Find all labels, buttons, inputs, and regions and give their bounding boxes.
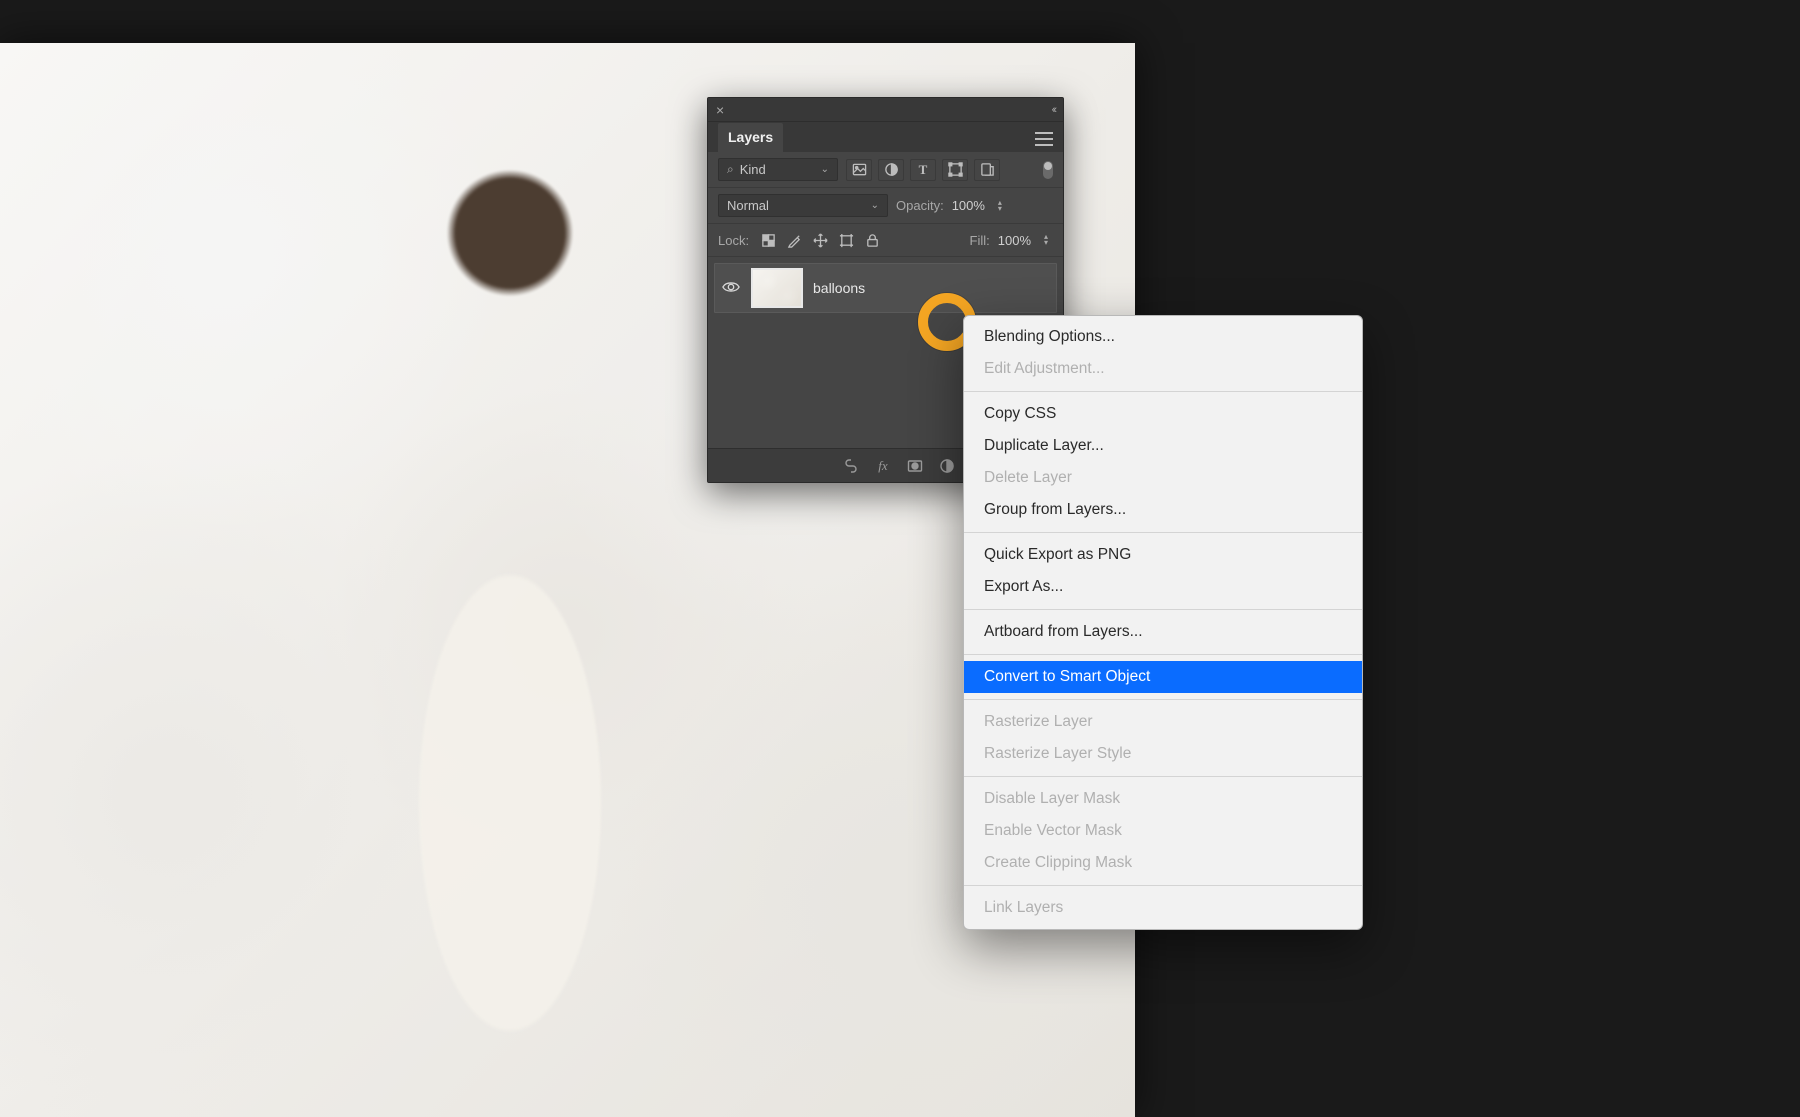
opacity-stepper[interactable]: ▴▾ bbox=[993, 200, 1007, 212]
lock-row: Lock: Fill: 100% ▴▾ bbox=[708, 224, 1063, 257]
fill-value[interactable]: 100% bbox=[998, 233, 1031, 248]
menu-item[interactable]: Copy CSS bbox=[964, 398, 1362, 430]
chevron-down-icon: ⌄ bbox=[821, 164, 829, 175]
filter-type-icon[interactable]: T bbox=[910, 159, 936, 181]
menu-item: Create Clipping Mask bbox=[964, 847, 1362, 879]
menu-item: Edit Adjustment... bbox=[964, 353, 1362, 385]
filter-row: ⌕ Kind ⌄ T bbox=[708, 152, 1063, 188]
blend-row: Normal ⌄ Opacity: 100% ▴▾ bbox=[708, 188, 1063, 224]
menu-item[interactable]: Artboard from Layers... bbox=[964, 616, 1362, 648]
menu-item[interactable]: Group from Layers... bbox=[964, 494, 1362, 526]
menu-item: Rasterize Layer Style bbox=[964, 738, 1362, 770]
lock-pixels-icon[interactable] bbox=[783, 230, 805, 250]
menu-separator bbox=[964, 609, 1362, 610]
panel-header: × ‹‹ bbox=[708, 98, 1063, 122]
menu-item[interactable]: Duplicate Layer... bbox=[964, 430, 1362, 462]
menu-separator bbox=[964, 391, 1362, 392]
filter-smartobject-icon[interactable] bbox=[974, 159, 1000, 181]
filter-pixel-icon[interactable] bbox=[846, 159, 872, 181]
lock-position-icon[interactable] bbox=[809, 230, 831, 250]
menu-item[interactable]: Export As... bbox=[964, 571, 1362, 603]
menu-item: Rasterize Layer bbox=[964, 706, 1362, 738]
menu-separator bbox=[964, 699, 1362, 700]
filter-adjustment-icon[interactable] bbox=[878, 159, 904, 181]
layer-row[interactable]: balloons bbox=[714, 263, 1057, 313]
menu-separator bbox=[964, 776, 1362, 777]
panel-menu-icon[interactable] bbox=[1035, 132, 1053, 146]
filter-kind-label: Kind bbox=[740, 162, 766, 177]
blend-mode-select[interactable]: Normal ⌄ bbox=[718, 194, 888, 217]
menu-item: Enable Vector Mask bbox=[964, 815, 1362, 847]
menu-separator bbox=[964, 654, 1362, 655]
layer-thumbnail[interactable] bbox=[751, 268, 803, 308]
link-layers-icon[interactable] bbox=[841, 456, 861, 476]
panel-tabs: Layers bbox=[708, 122, 1063, 152]
layer-list: balloons bbox=[708, 257, 1063, 319]
lock-label: Lock: bbox=[718, 233, 749, 248]
menu-item: Link Layers bbox=[964, 892, 1362, 924]
collapse-icon[interactable]: ‹‹ bbox=[1052, 104, 1055, 116]
chevron-down-icon: ⌄ bbox=[871, 200, 879, 211]
close-icon[interactable]: × bbox=[716, 102, 724, 118]
opacity-label: Opacity: bbox=[896, 198, 944, 213]
search-icon: ⌕ bbox=[727, 162, 734, 177]
menu-item: Delete Layer bbox=[964, 462, 1362, 494]
filter-toggle[interactable] bbox=[1043, 161, 1053, 179]
lock-artboard-icon[interactable] bbox=[835, 230, 857, 250]
filter-kind-select[interactable]: ⌕ Kind ⌄ bbox=[718, 158, 838, 181]
opacity-value[interactable]: 100% bbox=[952, 198, 985, 213]
filter-type-icons: T bbox=[846, 159, 1000, 181]
fill-stepper[interactable]: ▴▾ bbox=[1039, 234, 1053, 246]
menu-item[interactable]: Blending Options... bbox=[964, 321, 1362, 353]
menu-separator bbox=[964, 885, 1362, 886]
menu-separator bbox=[964, 532, 1362, 533]
blend-mode-value: Normal bbox=[727, 198, 769, 213]
menu-item: Disable Layer Mask bbox=[964, 783, 1362, 815]
menu-item[interactable]: Quick Export as PNG bbox=[964, 539, 1362, 571]
tab-layers[interactable]: Layers bbox=[718, 123, 783, 152]
layer-style-icon[interactable]: fx bbox=[873, 456, 893, 476]
filter-shape-icon[interactable] bbox=[942, 159, 968, 181]
lock-all-icon[interactable] bbox=[861, 230, 883, 250]
layer-context-menu: Blending Options...Edit Adjustment... Cop… bbox=[963, 315, 1363, 930]
fill-label: Fill: bbox=[970, 233, 990, 248]
layer-mask-icon[interactable] bbox=[905, 456, 925, 476]
lock-transparency-icon[interactable] bbox=[757, 230, 779, 250]
menu-item[interactable]: Convert to Smart Object bbox=[964, 661, 1362, 693]
visibility-icon[interactable] bbox=[721, 278, 741, 299]
layer-name-label[interactable]: balloons bbox=[813, 280, 865, 296]
adjustment-layer-icon[interactable] bbox=[937, 456, 957, 476]
